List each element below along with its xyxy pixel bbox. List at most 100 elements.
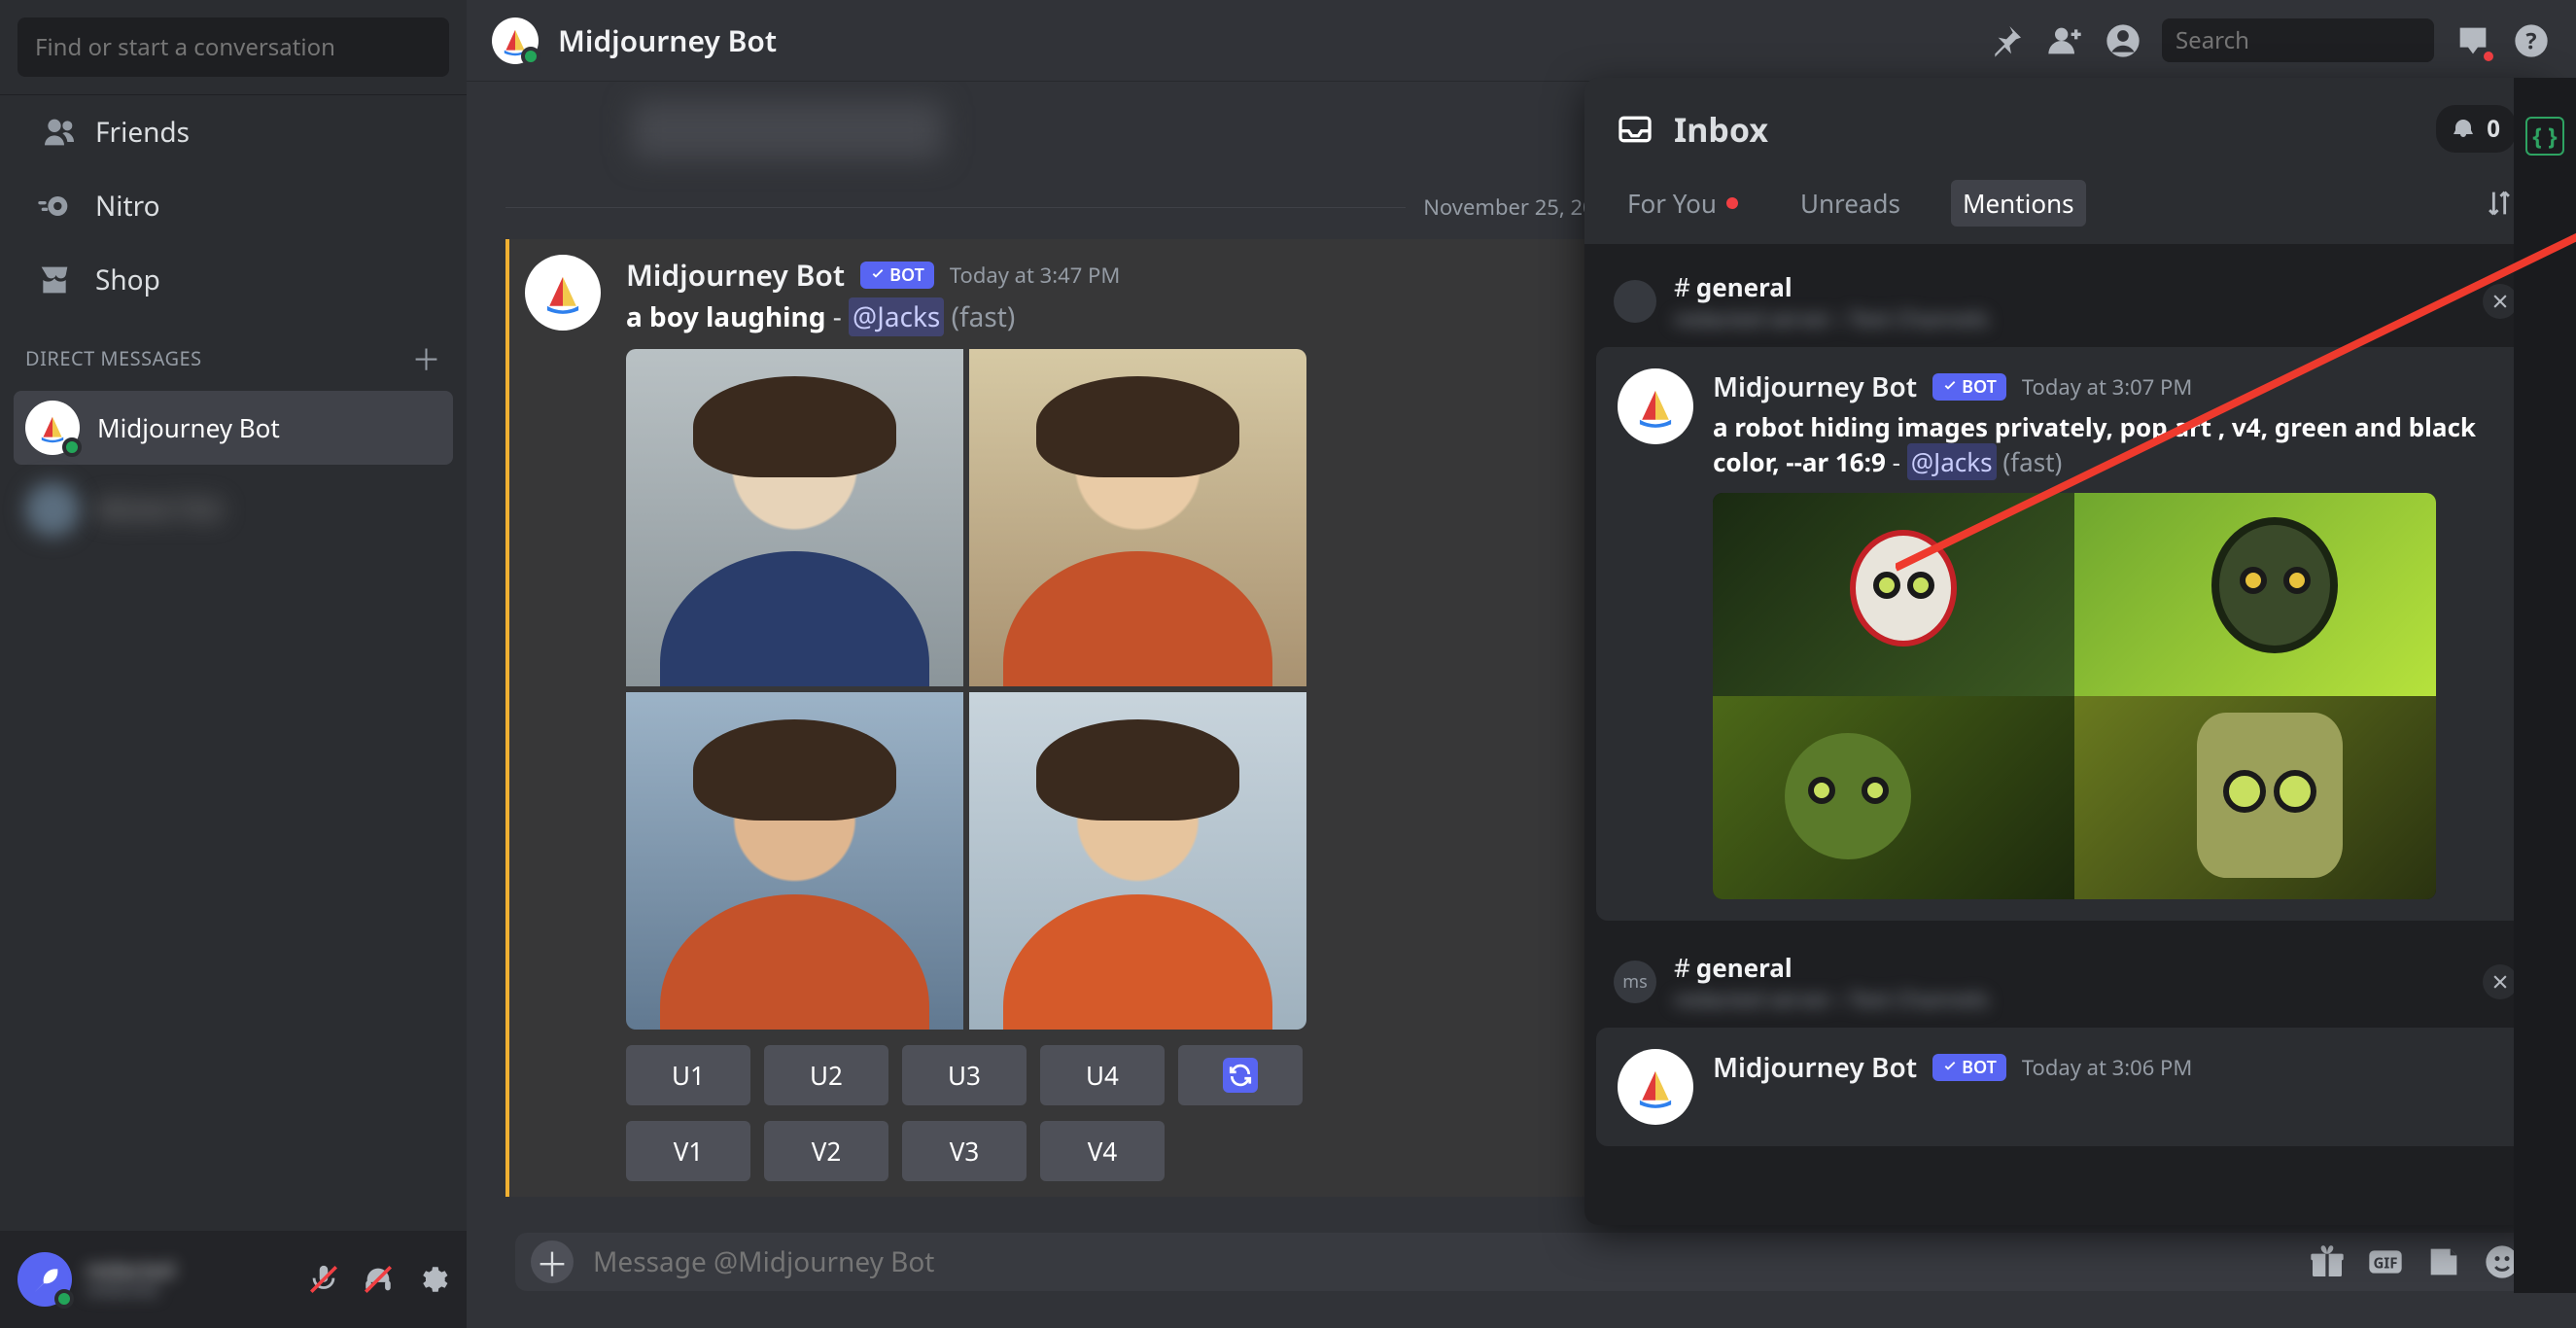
variation-2-button[interactable]: V2	[764, 1121, 888, 1181]
generated-image-grid[interactable]	[626, 349, 1306, 1030]
nav-friends-label: Friends	[95, 114, 190, 151]
inbox-tabs: For You Unreads Mentions	[1584, 180, 2547, 244]
unread-dot-icon	[1726, 197, 1738, 209]
shop-icon	[35, 261, 74, 299]
avatar	[25, 482, 80, 537]
inbox-icon[interactable]	[2454, 21, 2492, 60]
user-panel: redacted redacted	[0, 1231, 467, 1328]
dev-tools-icon[interactable]: { }	[2525, 117, 2564, 156]
inbox-title: Inbox	[1674, 107, 1768, 152]
dismiss-button[interactable]	[2483, 964, 2518, 999]
message-avatar[interactable]	[525, 255, 601, 331]
attach-button[interactable]: ＋	[531, 1241, 574, 1283]
status-online-icon	[521, 47, 540, 66]
upscale-4-button[interactable]: U4	[1040, 1045, 1165, 1105]
hash-icon: #	[1674, 269, 1690, 304]
right-rail: { }	[2514, 78, 2576, 1293]
mention[interactable]: @Jacks	[849, 297, 944, 336]
avatar	[25, 401, 80, 455]
upscale-2-button[interactable]: U2	[764, 1045, 888, 1105]
close-icon	[2490, 972, 2510, 992]
status-online-icon	[54, 1289, 74, 1309]
variation-3-button[interactable]: V3	[902, 1121, 1027, 1181]
reroll-button[interactable]	[1178, 1045, 1303, 1105]
quick-switcher	[0, 0, 467, 95]
server-avatar: ms	[1614, 961, 1656, 1003]
inbox-section: #general redacted server › Text Channels…	[1596, 256, 2535, 921]
bot-tag: BOT	[1932, 1054, 2006, 1081]
tab-for-you[interactable]: For You	[1616, 180, 1750, 227]
message-author: Midjourney Bot	[1713, 368, 1917, 405]
message-author[interactable]: Midjourney Bot	[626, 255, 845, 295]
message-timestamp: Today at 3:06 PM	[2022, 1053, 2192, 1082]
profile-icon[interactable]	[2104, 21, 2142, 60]
variation-4-button[interactable]: V4	[1040, 1121, 1165, 1181]
message-content: a robot hiding images privately, pop art…	[1713, 409, 2514, 479]
upscale-1-button[interactable]: U1	[626, 1045, 750, 1105]
generated-image[interactable]	[1713, 493, 2436, 899]
message-composer: ＋ GIF	[515, 1233, 2537, 1291]
channel-link[interactable]: #general	[1674, 269, 1989, 304]
inbox-message[interactable]: Midjourney Bot BOT Today at 3:06 PM	[1596, 1028, 2535, 1146]
tab-mentions[interactable]: Mentions	[1951, 180, 2086, 227]
nav-shop[interactable]: Shop	[14, 247, 453, 313]
message-avatar	[1618, 1049, 1693, 1125]
svg-text:GIF: GIF	[2374, 1254, 2398, 1274]
dm-item-midjourney[interactable]: Midjourney Bot	[14, 391, 453, 465]
titlebar: Midjourney Bot ?	[467, 0, 2576, 82]
nav-nitro-label: Nitro	[95, 188, 160, 225]
channel-link[interactable]: #general	[1674, 950, 1989, 985]
server-name: redacted server › Text Channels	[1674, 304, 1989, 333]
server-name: redacted server › Text Channels	[1674, 985, 1989, 1014]
composer-input[interactable]	[593, 1243, 2288, 1280]
dm-item-label: REDACTED	[97, 492, 224, 527]
svg-text:?: ?	[2525, 24, 2536, 55]
status-online-icon	[62, 437, 82, 457]
self-avatar[interactable]	[17, 1252, 72, 1307]
hash-icon: #	[1674, 950, 1690, 985]
bot-tag: BOT	[1932, 373, 2006, 401]
search-box[interactable]	[2162, 18, 2434, 62]
inbox-section: ms #general redacted server › Text Chann…	[1596, 936, 2535, 1146]
inbox-message[interactable]: Midjourney Bot BOT Today at 3:07 PM a ro…	[1596, 347, 2535, 921]
server-avatar	[1614, 280, 1656, 323]
self-username[interactable]: redacted redacted	[86, 1258, 174, 1301]
refresh-icon	[1223, 1058, 1258, 1093]
variation-1-button[interactable]: V1	[626, 1121, 750, 1181]
dm-item-redacted[interactable]: REDACTED	[14, 472, 453, 546]
nitro-icon	[35, 187, 74, 226]
deafen-icon[interactable]	[362, 1263, 395, 1296]
friends-icon	[35, 113, 74, 152]
sticker-icon[interactable]	[2424, 1242, 2463, 1281]
main-area: Midjourney Bot ? November 25, 2023	[467, 0, 2576, 1328]
gif-icon[interactable]: GIF	[2366, 1242, 2405, 1281]
inbox-header: Inbox 0	[1584, 78, 2547, 180]
pin-icon[interactable]	[1987, 21, 2026, 60]
mute-mic-icon[interactable]	[307, 1263, 340, 1296]
help-icon[interactable]: ?	[2512, 21, 2551, 60]
mention-badge-icon	[2452, 118, 2475, 141]
nav-nitro[interactable]: Nitro	[14, 173, 453, 239]
upscale-3-button[interactable]: U3	[902, 1045, 1027, 1105]
settings-icon[interactable]	[416, 1263, 449, 1296]
message-timestamp: Today at 3:47 PM	[950, 261, 1120, 290]
quick-switcher-input[interactable]	[17, 17, 449, 77]
dismiss-button[interactable]	[2483, 284, 2518, 319]
dm-item-label: Midjourney Bot	[97, 410, 280, 445]
tab-unreads[interactable]: Unreads	[1789, 180, 1912, 227]
nav-friends[interactable]: Friends	[14, 99, 453, 165]
mention-count-badge[interactable]: 0	[2436, 105, 2516, 153]
message-author: Midjourney Bot	[1713, 1049, 1917, 1086]
create-dm-icon[interactable]: ＋	[412, 336, 442, 379]
add-friend-icon[interactable]	[2045, 21, 2084, 60]
dm-sidebar: Friends Nitro Shop DIRECT MESSAGES ＋ Mid…	[0, 0, 467, 1328]
mention[interactable]: @Jacks	[1907, 443, 1997, 480]
redacted-message	[632, 101, 943, 159]
dm-header: DIRECT MESSAGES ＋	[0, 329, 467, 387]
sort-icon[interactable]	[2483, 187, 2516, 220]
close-icon	[2490, 292, 2510, 311]
inbox-panel: Inbox 0 For You Unreads Mentions	[1584, 78, 2547, 1225]
gift-icon[interactable]	[2308, 1242, 2347, 1281]
message-avatar	[1618, 368, 1693, 444]
inbox-body: #general redacted server › Text Channels…	[1584, 244, 2547, 1225]
